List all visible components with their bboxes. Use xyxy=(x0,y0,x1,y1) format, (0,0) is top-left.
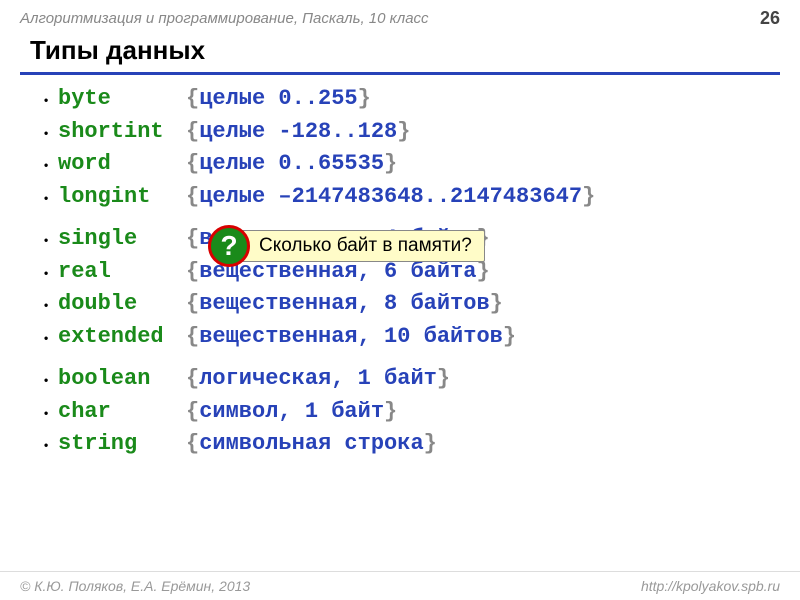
brace-open: { xyxy=(186,428,199,461)
question-callout: ? Сколько байт в памяти? xyxy=(208,225,485,267)
question-text: Сколько байт в памяти? xyxy=(238,230,485,262)
bullet-icon: • xyxy=(44,232,58,250)
type-description: символьная строка xyxy=(199,428,423,461)
type-row: •double{ вещественная, 8 байтов } xyxy=(44,288,780,321)
bullet-icon: • xyxy=(44,297,58,315)
brace-open: { xyxy=(186,116,199,149)
brace-open: { xyxy=(186,396,199,429)
title-underline xyxy=(20,72,780,75)
slide-header: Алгоритмизация и программирование, Паска… xyxy=(0,0,800,33)
brace-open: { xyxy=(186,288,199,321)
brace-close: } xyxy=(437,363,450,396)
type-description: вещественная, 8 байтов xyxy=(199,288,489,321)
brace-open: { xyxy=(186,148,199,181)
brace-close: } xyxy=(490,288,503,321)
brace-close: } xyxy=(582,181,595,214)
bullet-icon: • xyxy=(44,157,58,175)
brace-close: } xyxy=(384,396,397,429)
type-row: •byte{ целые 0..255 } xyxy=(44,83,780,116)
page-number: 26 xyxy=(760,8,780,29)
type-keyword: shortint xyxy=(58,116,186,149)
bullet-icon: • xyxy=(44,405,58,423)
type-keyword: real xyxy=(58,256,186,289)
bullet-icon: • xyxy=(44,437,58,455)
type-row: •char{ символ, 1 байт } xyxy=(44,396,780,429)
brace-close: } xyxy=(503,321,516,354)
brace-close: } xyxy=(397,116,410,149)
type-keyword: char xyxy=(58,396,186,429)
type-description: целые -128..128 xyxy=(199,116,397,149)
type-description: вещественная, 10 байтов xyxy=(199,321,503,354)
brace-open: { xyxy=(186,363,199,396)
bullet-icon: • xyxy=(44,125,58,143)
type-row: •shortint{ целые -128..128 } xyxy=(44,116,780,149)
type-row: •longint{ целые –2147483648..2147483647 … xyxy=(44,181,780,214)
type-description: целые 0..255 xyxy=(199,83,357,116)
type-keyword: longint xyxy=(58,181,186,214)
type-keyword: single xyxy=(58,223,186,256)
brace-open: { xyxy=(186,83,199,116)
bullet-icon: • xyxy=(44,330,58,348)
type-list: •byte{ целые 0..255 }•shortint{ целые -1… xyxy=(0,83,800,461)
brace-open: { xyxy=(186,223,199,256)
type-description: символ, 1 байт xyxy=(199,396,384,429)
type-keyword: string xyxy=(58,428,186,461)
type-row: •extended{ вещественная, 10 байтов } xyxy=(44,321,780,354)
brace-close: } xyxy=(384,148,397,181)
type-keyword: extended xyxy=(58,321,186,354)
slide-title: Типы данных xyxy=(0,33,800,72)
footer-url: http://kpolyakov.spb.ru xyxy=(641,578,780,594)
type-description: целые 0..65535 xyxy=(199,148,384,181)
type-keyword: byte xyxy=(58,83,186,116)
course-title: Алгоритмизация и программирование, Паска… xyxy=(20,10,429,27)
brace-open: { xyxy=(186,321,199,354)
type-row: •word{ целые 0..65535 } xyxy=(44,148,780,181)
brace-open: { xyxy=(186,181,199,214)
type-description: целые –2147483648..2147483647 xyxy=(199,181,582,214)
type-keyword: word xyxy=(58,148,186,181)
type-keyword: double xyxy=(58,288,186,321)
bullet-icon: • xyxy=(44,372,58,390)
question-icon: ? xyxy=(208,225,250,267)
type-row: •boolean{ логическая, 1 байт } xyxy=(44,363,780,396)
brace-open: { xyxy=(186,256,199,289)
type-keyword: boolean xyxy=(58,363,186,396)
slide-footer: © К.Ю. Поляков, Е.А. Ерёмин, 2013 http:/… xyxy=(0,571,800,594)
brace-close: } xyxy=(358,83,371,116)
type-row: •string{ символьная строка } xyxy=(44,428,780,461)
brace-close: } xyxy=(424,428,437,461)
copyright: © К.Ю. Поляков, Е.А. Ерёмин, 2013 xyxy=(20,578,250,594)
type-description: логическая, 1 байт xyxy=(199,363,437,396)
bullet-icon: • xyxy=(44,92,58,110)
bullet-icon: • xyxy=(44,190,58,208)
bullet-icon: • xyxy=(44,265,58,283)
